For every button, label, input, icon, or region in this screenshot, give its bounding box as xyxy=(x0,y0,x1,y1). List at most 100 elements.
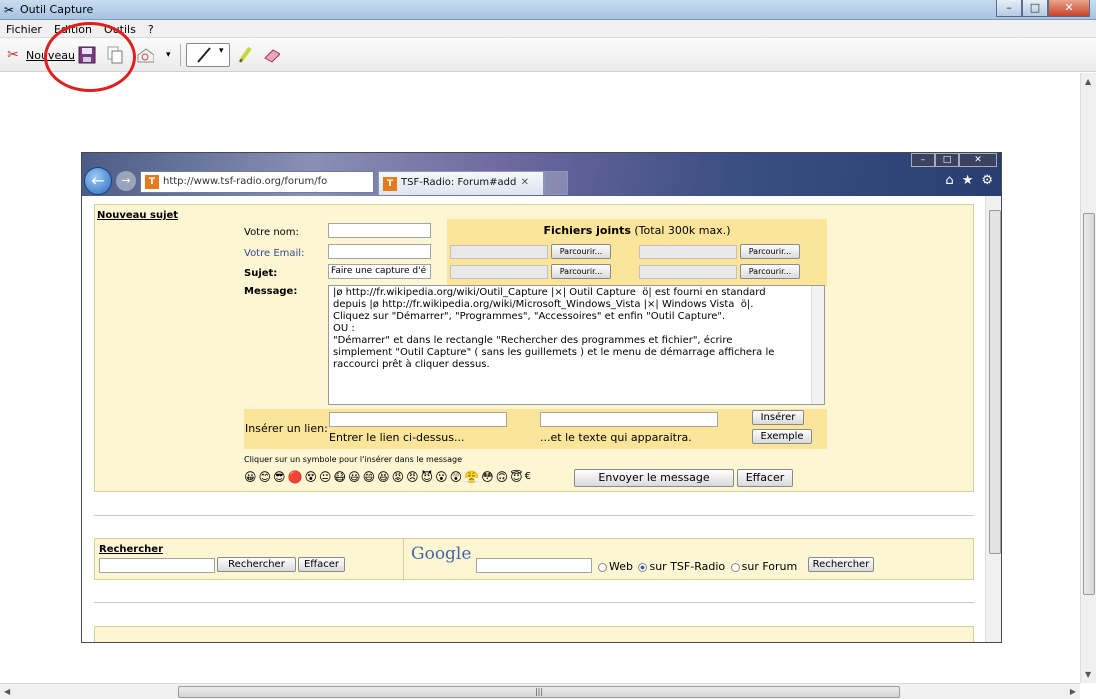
link-hint: Entrer le lien ci-dessus... xyxy=(329,431,465,444)
address-bar: T http://www.tsf-radio.org/forum/fo xyxy=(140,171,374,193)
file-input xyxy=(639,265,737,279)
gear-icon: ⚙ xyxy=(981,173,993,188)
highlighter-icon xyxy=(236,46,254,64)
smiley-bar: 😀 😊 😎 🔴 😵 😐 😷 😃 😄 😆 😡 😠 😈 😮 😲 😤 😳 🙃 😇 € xyxy=(244,470,531,484)
home-icon: ⌂ xyxy=(945,173,954,188)
message-line: |ø http://fr.wikipedia.org/wiki/Outil_Ca… xyxy=(333,287,766,298)
page-scroll-thumb xyxy=(989,210,1001,554)
menu-fichier[interactable]: Fichier xyxy=(0,20,48,37)
smiley-icon: 😮 xyxy=(435,470,448,484)
smiley-icon: 🔴 xyxy=(287,470,303,484)
scroll-right-icon[interactable]: ▶ xyxy=(1070,687,1076,696)
pen-tool-button[interactable]: ▾ xyxy=(186,43,230,67)
scroll-thumb[interactable] xyxy=(1083,213,1095,595)
eraser-button[interactable] xyxy=(262,44,280,66)
star-icon: ★ xyxy=(961,173,974,188)
close-icon: ✕ xyxy=(959,153,997,167)
smiley-icon: 😀 xyxy=(244,470,257,484)
scroll-up-icon[interactable]: ▲ xyxy=(1085,77,1091,86)
scroll-down-icon[interactable]: ▼ xyxy=(1085,670,1091,679)
smiley-icon: 😃 xyxy=(348,470,361,484)
favicon-icon: T xyxy=(145,175,159,189)
file-input xyxy=(639,245,737,259)
browser-tab: T TSF-Radio: Forum#add ✕ xyxy=(378,171,544,195)
maximize-button[interactable]: □ xyxy=(1022,0,1048,17)
radio-site-label: sur TSF-Radio xyxy=(649,560,726,573)
close-button[interactable]: ✕ xyxy=(1048,0,1090,17)
radio-web-label: Web xyxy=(609,560,633,573)
new-tab-icon xyxy=(544,171,568,195)
message-line: raccourci prêt à cliquer dessus. xyxy=(333,359,490,370)
insert-link-panel: Insérer un lien: Entrer le lien ci-dessu… xyxy=(244,409,827,449)
smiley-icon: 😷 xyxy=(333,470,347,484)
scissors-icon: ✂ xyxy=(4,3,15,17)
smiley-icon: 😎 xyxy=(273,470,286,484)
email-input xyxy=(328,244,431,259)
radio-forum-label: sur Forum xyxy=(741,560,798,573)
email-label: Votre Email: xyxy=(244,248,305,259)
smiley-icon: 😇 xyxy=(510,470,523,484)
search-clear-button: Effacer xyxy=(298,557,345,572)
envelope-icon xyxy=(136,46,154,64)
browse-button: Parcourir... xyxy=(551,244,611,259)
send-dropdown[interactable]: ▾ xyxy=(166,44,171,66)
radio-web xyxy=(598,562,607,572)
window-title: Outil Capture xyxy=(20,3,94,16)
browser-chrome: ← → T http://www.tsf-radio.org/forum/fo … xyxy=(82,153,1001,196)
clear-button: Effacer xyxy=(737,469,793,487)
radio-site xyxy=(638,562,648,572)
divider xyxy=(94,602,974,603)
new-topic-panel: Nouveau sujet Votre nom: Votre Email: Su… xyxy=(94,204,974,492)
smiley-icon: 😈 xyxy=(420,470,434,484)
window-controls: – □ ✕ xyxy=(996,0,1090,17)
message-line: depuis |ø http://fr.wikipedia.org/wiki/M… xyxy=(333,299,754,310)
scroll-left-icon[interactable]: ◀ xyxy=(4,687,10,696)
link-url-input xyxy=(329,412,507,427)
search-scope-options: Web sur TSF-Radio sur Forum xyxy=(596,560,797,573)
smiley-icon: 😆 xyxy=(377,470,390,484)
forum-page: Nouveau sujet Votre nom: Votre Email: Su… xyxy=(82,196,985,642)
menu-help[interactable]: ? xyxy=(142,20,160,37)
scroll-thumb[interactable]: ||| xyxy=(178,686,900,698)
section-title: Nouveau sujet xyxy=(97,210,179,221)
search-title: Rechercher xyxy=(99,544,164,555)
browser-window-controls: – □ ✕ xyxy=(911,153,997,167)
smiley-icon: 😊 xyxy=(258,470,272,484)
send-button[interactable] xyxy=(136,44,154,66)
attachments-header: Fichiers joints (Total 300k max.) xyxy=(447,224,827,237)
browse-button: Parcourir... xyxy=(740,264,800,279)
google-search-button: Rechercher xyxy=(808,557,874,572)
captured-image: ← → T http://www.tsf-radio.org/forum/fo … xyxy=(81,152,1002,643)
highlighter-button[interactable] xyxy=(236,44,254,66)
link-label: Insérer un lien: xyxy=(245,422,328,435)
message-line: simplement "Outil Capture" ( sans les gu… xyxy=(333,347,775,358)
name-input xyxy=(328,223,431,238)
pen-icon xyxy=(195,46,213,68)
chevron-down-icon: ▾ xyxy=(166,50,171,60)
toolbar-separator xyxy=(180,44,181,66)
subject-input: Faire une capture d'é xyxy=(328,264,431,279)
menu-bar: Fichier Edition Outils ? xyxy=(0,20,1096,38)
favicon-icon: T xyxy=(383,177,397,191)
radio-forum xyxy=(730,562,740,572)
message-line: Cliquez sur "Démarrer", "Programmes", "A… xyxy=(333,311,726,322)
send-message-button: Envoyer le message xyxy=(574,469,734,487)
forward-arrow-icon: → xyxy=(116,171,136,191)
search-button: Rechercher xyxy=(217,557,296,572)
maximize-icon: □ xyxy=(935,153,959,167)
divider xyxy=(403,539,404,581)
tab-title: TSF-Radio: Forum#add xyxy=(401,177,517,188)
eraser-icon xyxy=(262,46,280,64)
window-titlebar: ✂ Outil Capture – □ ✕ xyxy=(0,0,1096,20)
message-label: Message: xyxy=(244,286,298,297)
google-search-input xyxy=(476,558,592,573)
link-text-input xyxy=(540,412,718,427)
search-panel: Rechercher Rechercher Effacer Google Web… xyxy=(94,538,974,581)
horizontal-scrollbar[interactable]: ◀ ||| ▶ xyxy=(0,683,1080,699)
vertical-scrollbar[interactable]: ▲ ▼ xyxy=(1080,73,1096,683)
name-label: Votre nom: xyxy=(244,227,299,238)
smiley-icon: 😳 xyxy=(481,470,494,484)
toolbar: ✂ Nouveau ▾ ▾ xyxy=(0,38,1096,72)
message-textarea: |ø http://fr.wikipedia.org/wiki/Outil_Ca… xyxy=(328,285,825,405)
minimize-button[interactable]: – xyxy=(996,0,1022,17)
